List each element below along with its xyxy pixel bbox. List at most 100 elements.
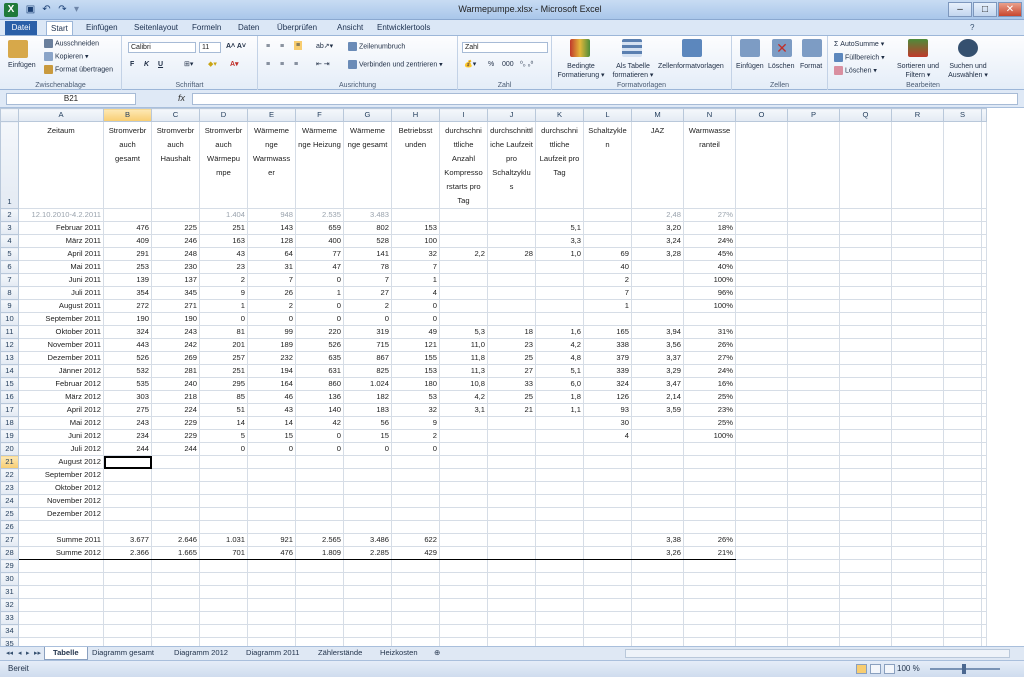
cell[interactable]: 30	[583, 416, 632, 430]
cell[interactable]	[439, 312, 488, 326]
cell[interactable]: 93	[583, 403, 632, 417]
cell[interactable]	[891, 312, 944, 326]
cell[interactable]: 230	[151, 260, 200, 274]
column-header[interactable]: E	[247, 108, 296, 122]
cell[interactable]: 715	[343, 338, 392, 352]
undo-icon[interactable]: ↶	[40, 3, 53, 16]
cell[interactable]	[535, 208, 584, 222]
tab-ueberpruefen[interactable]: Überprüfen	[273, 21, 321, 35]
cell[interactable]	[391, 494, 440, 508]
cell[interactable]: 345	[151, 286, 200, 300]
sheet-nav-next-icon[interactable]: ▸	[26, 649, 30, 657]
header-cell[interactable]: durchschni ttliche Laufzeit pro Tag	[535, 121, 584, 209]
cell[interactable]	[735, 598, 788, 612]
cell[interactable]	[583, 546, 632, 560]
cell[interactable]: 244	[151, 442, 200, 456]
cell[interactable]: 21	[487, 403, 536, 417]
cell[interactable]	[583, 585, 632, 599]
cell[interactable]: 140	[295, 403, 344, 417]
cell[interactable]: 224	[151, 403, 200, 417]
cell[interactable]	[583, 598, 632, 612]
cell[interactable]: 229	[151, 416, 200, 430]
cell[interactable]	[891, 533, 944, 547]
font-name-select[interactable]: Calibri	[128, 42, 196, 53]
header-cell[interactable]	[735, 121, 788, 209]
cell[interactable]: 0	[295, 442, 344, 456]
cell[interactable]	[247, 494, 296, 508]
cell[interactable]	[683, 585, 736, 599]
header-cell[interactable]	[787, 121, 840, 209]
cell[interactable]	[891, 221, 944, 235]
cell[interactable]	[787, 429, 840, 443]
cell[interactable]	[535, 598, 584, 612]
cell[interactable]	[247, 520, 296, 534]
cell[interactable]: September 2012	[18, 468, 104, 482]
sheet-nav-first-icon[interactable]: ◂◂	[6, 649, 13, 657]
cell[interactable]	[839, 247, 892, 261]
sort-filter-icon[interactable]	[908, 39, 928, 57]
column-header[interactable]: P	[787, 108, 840, 122]
cell[interactable]	[943, 260, 982, 274]
cell[interactable]	[839, 338, 892, 352]
cell[interactable]	[631, 312, 684, 326]
close-button[interactable]: ✕	[998, 2, 1022, 17]
bold-button[interactable]: F	[130, 60, 134, 69]
cell[interactable]: 23	[487, 338, 536, 352]
cell[interactable]	[439, 572, 488, 586]
cell[interactable]	[787, 637, 840, 646]
cell[interactable]	[787, 351, 840, 365]
cell[interactable]: 2	[247, 299, 296, 313]
cell[interactable]	[943, 416, 982, 430]
cell[interactable]: 99	[247, 325, 296, 339]
cell[interactable]	[343, 455, 392, 469]
cell[interactable]: 15	[343, 429, 392, 443]
cell[interactable]: Summe 2012	[18, 546, 104, 560]
cell[interactable]	[787, 455, 840, 469]
cell[interactable]	[295, 494, 344, 508]
cell[interactable]: 0	[199, 312, 248, 326]
cell[interactable]	[487, 481, 536, 495]
cell[interactable]	[103, 455, 152, 469]
cell[interactable]	[535, 624, 584, 638]
cell[interactable]	[839, 481, 892, 495]
cell[interactable]: 4,2	[439, 390, 488, 404]
cell[interactable]: 3,56	[631, 338, 684, 352]
cell[interactable]	[199, 585, 248, 599]
cell[interactable]	[487, 455, 536, 469]
cell[interactable]	[583, 507, 632, 521]
cell[interactable]	[631, 468, 684, 482]
sheet-nav-prev-icon[interactable]: ◂	[18, 649, 22, 657]
cell[interactable]: 225	[151, 221, 200, 235]
cell[interactable]: 2	[391, 429, 440, 443]
cell[interactable]	[439, 455, 488, 469]
cell[interactable]	[839, 273, 892, 287]
cell[interactable]: 0	[343, 312, 392, 326]
cell[interactable]: 244	[103, 442, 152, 456]
cell[interactable]	[583, 624, 632, 638]
cell[interactable]	[631, 611, 684, 625]
cell[interactable]	[735, 637, 788, 646]
cell[interactable]	[439, 611, 488, 625]
cell[interactable]	[247, 559, 296, 573]
cell[interactable]	[343, 624, 392, 638]
cell[interactable]	[247, 507, 296, 521]
cell[interactable]: 32	[391, 247, 440, 261]
autosum-button[interactable]: Σ AutoSumme ▾	[834, 40, 884, 49]
cell[interactable]: 137	[151, 273, 200, 287]
cell[interactable]: 1,0	[535, 247, 584, 261]
cell[interactable]	[891, 338, 944, 352]
cell[interactable]: März 2011	[18, 234, 104, 248]
cell[interactable]: 271	[151, 299, 200, 313]
format-table-icon[interactable]	[622, 39, 642, 57]
cell[interactable]: 535	[103, 377, 152, 391]
row-header[interactable]: 5	[0, 247, 19, 261]
cell[interactable]: 354	[103, 286, 152, 300]
header-cell[interactable]: JAZ	[631, 121, 684, 209]
spreadsheet-table[interactable]: ABCDEFGHIJKLMNOPQRS 1 Zeitaum Stromverbr a…	[0, 108, 987, 646]
cell[interactable]: 324	[583, 377, 632, 391]
cell[interactable]	[151, 585, 200, 599]
cell[interactable]	[683, 559, 736, 573]
cell[interactable]: Jänner 2012	[18, 364, 104, 378]
header-cell[interactable]: Wärmeme nge gesamt	[343, 121, 392, 209]
cell[interactable]	[943, 494, 982, 508]
